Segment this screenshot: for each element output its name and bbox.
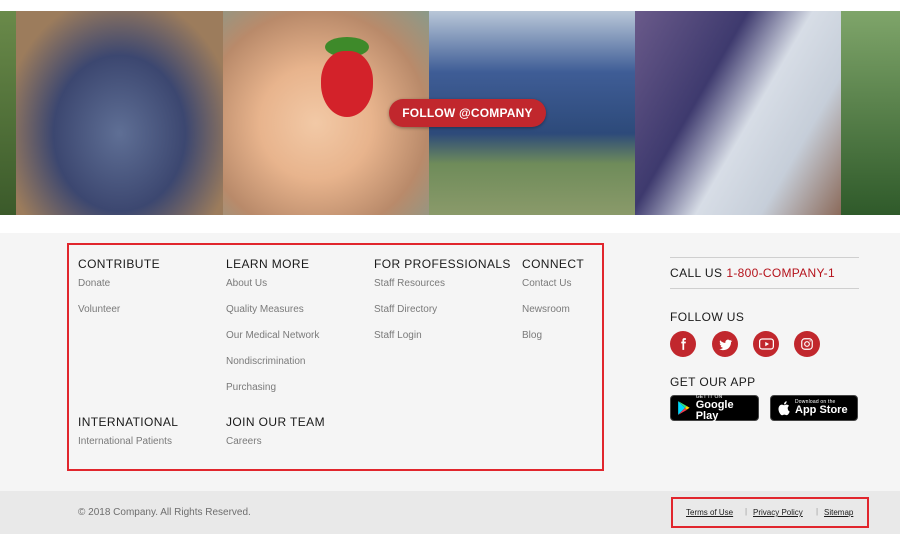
link-contact-us[interactable]: Contact Us — [522, 278, 571, 289]
heading-contribute: CONTRIBUTE — [78, 257, 160, 271]
link-purchasing[interactable]: Purchasing — [226, 382, 276, 393]
facebook-icon[interactable] — [670, 331, 696, 357]
app-store-badge[interactable]: Download on the App Store — [770, 395, 858, 421]
google-play-badge[interactable]: GET IT ON Google Play — [670, 394, 759, 422]
legal-separator: | — [745, 507, 748, 516]
call-us-label: CALL US — [670, 266, 723, 280]
heading-connect: CONNECT — [522, 257, 585, 271]
call-us: CALL US 1-800-COMPANY-1 — [670, 257, 859, 289]
heading-learn-more: LEARN MORE — [226, 257, 310, 271]
google-play-icon — [678, 401, 690, 415]
link-international-patients[interactable]: International Patients — [78, 436, 172, 447]
terms-of-use-link[interactable]: Terms of Use — [686, 508, 733, 517]
photo-kids-lab — [635, 11, 841, 215]
apple-icon — [778, 401, 790, 416]
sitemap-link[interactable]: Sitemap — [824, 508, 853, 517]
link-blog[interactable]: Blog — [522, 330, 542, 341]
privacy-policy-link[interactable]: Privacy Policy — [753, 508, 803, 517]
link-staff-resources[interactable]: Staff Resources — [374, 278, 445, 289]
photo-edge-left — [0, 11, 16, 215]
google-play-big-text: Google Play — [695, 398, 734, 422]
strawberry — [321, 51, 373, 117]
link-nondiscrimination[interactable]: Nondiscrimination — [226, 356, 305, 367]
link-donate[interactable]: Donate — [78, 278, 110, 289]
heading-international: INTERNATIONAL — [78, 415, 179, 429]
link-about-us[interactable]: About Us — [226, 278, 267, 289]
instagram-icon[interactable] — [794, 331, 820, 357]
link-quality-measures[interactable]: Quality Measures — [226, 304, 304, 315]
link-volunteer[interactable]: Volunteer — [78, 304, 120, 315]
phone-link[interactable]: 1-800-COMPANY-1 — [726, 266, 835, 280]
get-app-heading: GET OUR APP — [670, 375, 756, 389]
follow-company-button[interactable]: FOLLOW @COMPANY — [389, 99, 546, 127]
twitter-icon[interactable] — [712, 331, 738, 357]
copyright-text: © 2018 Company. All Rights Reserved. — [78, 507, 251, 518]
photo-strip: FOLLOW @COMPANY — [0, 0, 900, 233]
photo-edge-right — [841, 11, 900, 215]
heading-join-our-team: JOIN OUR TEAM — [226, 415, 325, 429]
link-staff-directory[interactable]: Staff Directory — [374, 304, 437, 315]
heading-for-professionals: FOR PROFESSIONALS — [374, 257, 511, 271]
follow-us-heading: FOLLOW US — [670, 310, 745, 324]
link-staff-login[interactable]: Staff Login — [374, 330, 422, 341]
photo-group — [16, 11, 223, 215]
app-store-big-text: App Store — [795, 404, 848, 416]
link-newsroom[interactable]: Newsroom — [522, 304, 570, 315]
legal-separator: | — [816, 507, 819, 516]
link-medical-network[interactable]: Our Medical Network — [226, 330, 319, 341]
link-careers[interactable]: Careers — [226, 436, 262, 447]
youtube-icon[interactable] — [753, 331, 779, 357]
